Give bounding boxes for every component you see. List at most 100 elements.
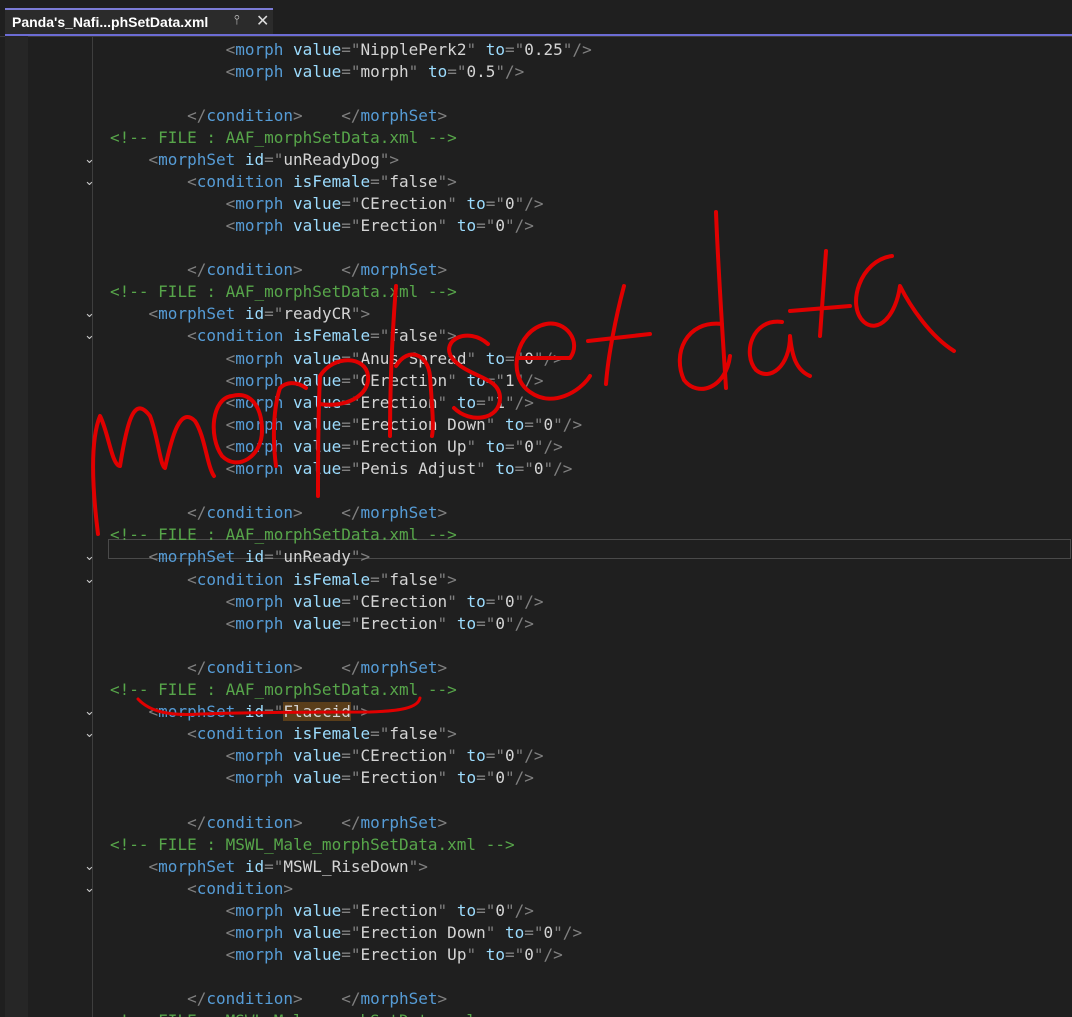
token-ws <box>110 724 187 743</box>
token-pun: "/> <box>514 746 544 765</box>
token-pun: " <box>447 194 457 213</box>
token-tag: condition <box>206 260 294 279</box>
token-pun: "> <box>437 570 457 589</box>
tab-title[interactable]: Panda's_Nafi...phSetData.xml <box>12 14 208 30</box>
token-pun: "/> <box>533 349 563 368</box>
token-ws <box>283 945 293 964</box>
token-str: 0 <box>543 415 554 434</box>
token-str: 0 <box>543 923 554 942</box>
code-line[interactable]: <!-- FILE : MSWL_Male_morphSetData.xml -… <box>110 834 515 856</box>
code-line[interactable]: <condition isFemale="false"> <box>110 171 457 193</box>
pin-icon[interactable]: ⫯ <box>234 13 240 28</box>
code-line[interactable]: <morph value="CErection" to="0"/> <box>110 193 544 215</box>
code-editor[interactable]: <morph value="NipplePerk2" to="0.25"/> <… <box>0 36 1072 1017</box>
token-str: false <box>389 172 438 191</box>
code-line[interactable]: <!-- FILE : MSWL_Male_morphSetData.xml -… <box>110 1010 515 1017</box>
token-attr: value <box>293 194 342 213</box>
fold-chevron-icon[interactable]: ⌄ <box>84 303 100 325</box>
token-pun: < <box>187 326 197 345</box>
code-line[interactable]: <morph value="Anus Spread" to="0"/> <box>110 348 563 370</box>
token-attr: to <box>466 746 486 765</box>
code-line[interactable]: <!-- FILE : AAF_morphSetData.xml --> <box>110 127 457 149</box>
token-pun: > <box>437 813 448 832</box>
token-attr: value <box>293 371 342 390</box>
code-line[interactable]: <condition isFemale="false"> <box>110 325 457 347</box>
code-line[interactable]: <morph value="Erection" to="0"/> <box>110 767 534 789</box>
token-str: NipplePerk2 <box>360 40 467 59</box>
code-line[interactable]: <morph value="Erection" to="0"/> <box>110 900 534 922</box>
token-str: Erection Up <box>360 437 467 456</box>
code-line[interactable]: </condition> </morphSet> <box>110 812 447 834</box>
code-line[interactable]: <morph value="Erection Up" to="0"/> <box>110 436 563 458</box>
code-line[interactable]: <morph value="morph" to="0.5"/> <box>110 61 525 83</box>
code-line[interactable]: <morph value="CErection" to="1"/> <box>110 370 544 392</box>
token-str: Erection Up <box>360 945 467 964</box>
code-line[interactable]: <morphSet id="MSWL_RiseDown"> <box>110 856 428 878</box>
fold-chevron-icon[interactable]: ⌄ <box>84 546 100 568</box>
code-line[interactable]: <condition isFemale="false"> <box>110 569 457 591</box>
code-line[interactable]: <condition isFemale="false"> <box>110 723 457 745</box>
token-ws <box>283 570 293 589</box>
code-line[interactable]: <morph value="Penis Adjust" to="0"/> <box>110 458 573 480</box>
code-line[interactable]: <morph value="Erection" to="1"/> <box>110 392 534 414</box>
code-line[interactable]: <morph value="Erection" to="0"/> <box>110 215 534 237</box>
fold-chevron-icon[interactable]: ⌄ <box>84 325 100 347</box>
code-line[interactable]: <condition> <box>110 878 293 900</box>
token-ws <box>235 857 245 876</box>
code-line[interactable]: </condition> </morphSet> <box>110 259 447 281</box>
code-line[interactable]: <morphSet id="unReady"> <box>110 546 371 568</box>
code-line[interactable]: <morphSet id="readyCR"> <box>110 303 371 325</box>
code-line[interactable]: <morph value="CErection" to="0"/> <box>110 591 544 613</box>
code-line[interactable]: </condition> </morphSet> <box>110 988 447 1010</box>
code-line[interactable]: <morph value="Erection" to="0"/> <box>110 613 534 635</box>
fold-chevron-icon[interactable]: ⌄ <box>84 171 100 193</box>
code-line[interactable]: <morph value="Erection Down" to="0"/> <box>110 922 582 944</box>
token-pun: "/> <box>505 393 534 412</box>
fold-chevron-icon[interactable]: ⌄ <box>84 149 100 171</box>
token-pun: =" <box>341 923 361 942</box>
token-com: --> <box>418 525 457 544</box>
code-line[interactable]: <morphSet id="Flaccid"> <box>110 701 370 723</box>
token-pun: "/> <box>505 901 534 920</box>
fold-chevron-icon[interactable]: ⌄ <box>84 701 100 723</box>
token-str: Erection <box>360 901 438 920</box>
token-ws <box>283 349 293 368</box>
close-icon[interactable]: ✕ <box>256 11 269 30</box>
token-pun: "> <box>437 724 457 743</box>
code-line[interactable]: <!-- FILE : AAF_morphSetData.xml --> <box>110 281 457 303</box>
token-ws <box>283 194 293 213</box>
token-str: 0 <box>524 349 534 368</box>
code-line[interactable]: <!-- FILE : AAF_morphSetData.xml --> <box>110 679 457 701</box>
token-ws <box>235 304 245 323</box>
code-line[interactable]: <morph value="Erection Down" to="0"/> <box>110 414 582 436</box>
token-pun: < <box>225 614 236 633</box>
code-line[interactable]: <!-- FILE : AAF_morphSetData.xml --> <box>110 524 457 546</box>
token-attr: value <box>293 62 342 81</box>
token-ws <box>110 393 226 412</box>
token-str: Erection Down <box>360 923 486 942</box>
ink-t <box>586 284 652 386</box>
token-tag: condition <box>196 879 284 898</box>
token-ws <box>110 150 149 169</box>
code-line[interactable]: <morphSet id="unReadyDog"> <box>110 149 399 171</box>
code-line[interactable]: <morph value="NipplePerk2" to="0.25"/> <box>110 39 592 61</box>
token-pun: =" <box>447 62 467 81</box>
editor-tab[interactable]: Panda's_Nafi...phSetData.xml ⫯ ✕ <box>5 8 273 34</box>
code-line[interactable]: <morph value="Erection Up" to="0"/> <box>110 944 563 966</box>
fold-chevron-icon[interactable]: ⌄ <box>84 569 100 591</box>
code-line[interactable]: </condition> </morphSet> <box>110 105 447 127</box>
code-line[interactable]: </condition> </morphSet> <box>110 657 447 679</box>
token-pun: "> <box>350 547 371 566</box>
fold-chevron-icon[interactable]: ⌄ <box>84 878 100 900</box>
token-str: Erection <box>360 216 438 235</box>
token-tag: morphSet <box>158 702 236 721</box>
code-line[interactable]: </condition> </morphSet> <box>110 502 447 524</box>
token-pun: < <box>225 768 236 787</box>
code-line[interactable]: <morph value="CErection" to="0"/> <box>110 745 544 767</box>
token-pun: =" <box>341 945 361 964</box>
token-pun: =" <box>341 437 361 456</box>
token-pun: =" <box>485 371 505 390</box>
fold-chevron-icon[interactable]: ⌄ <box>84 856 100 878</box>
token-str: 1 <box>495 393 505 412</box>
fold-chevron-icon[interactable]: ⌄ <box>84 723 100 745</box>
